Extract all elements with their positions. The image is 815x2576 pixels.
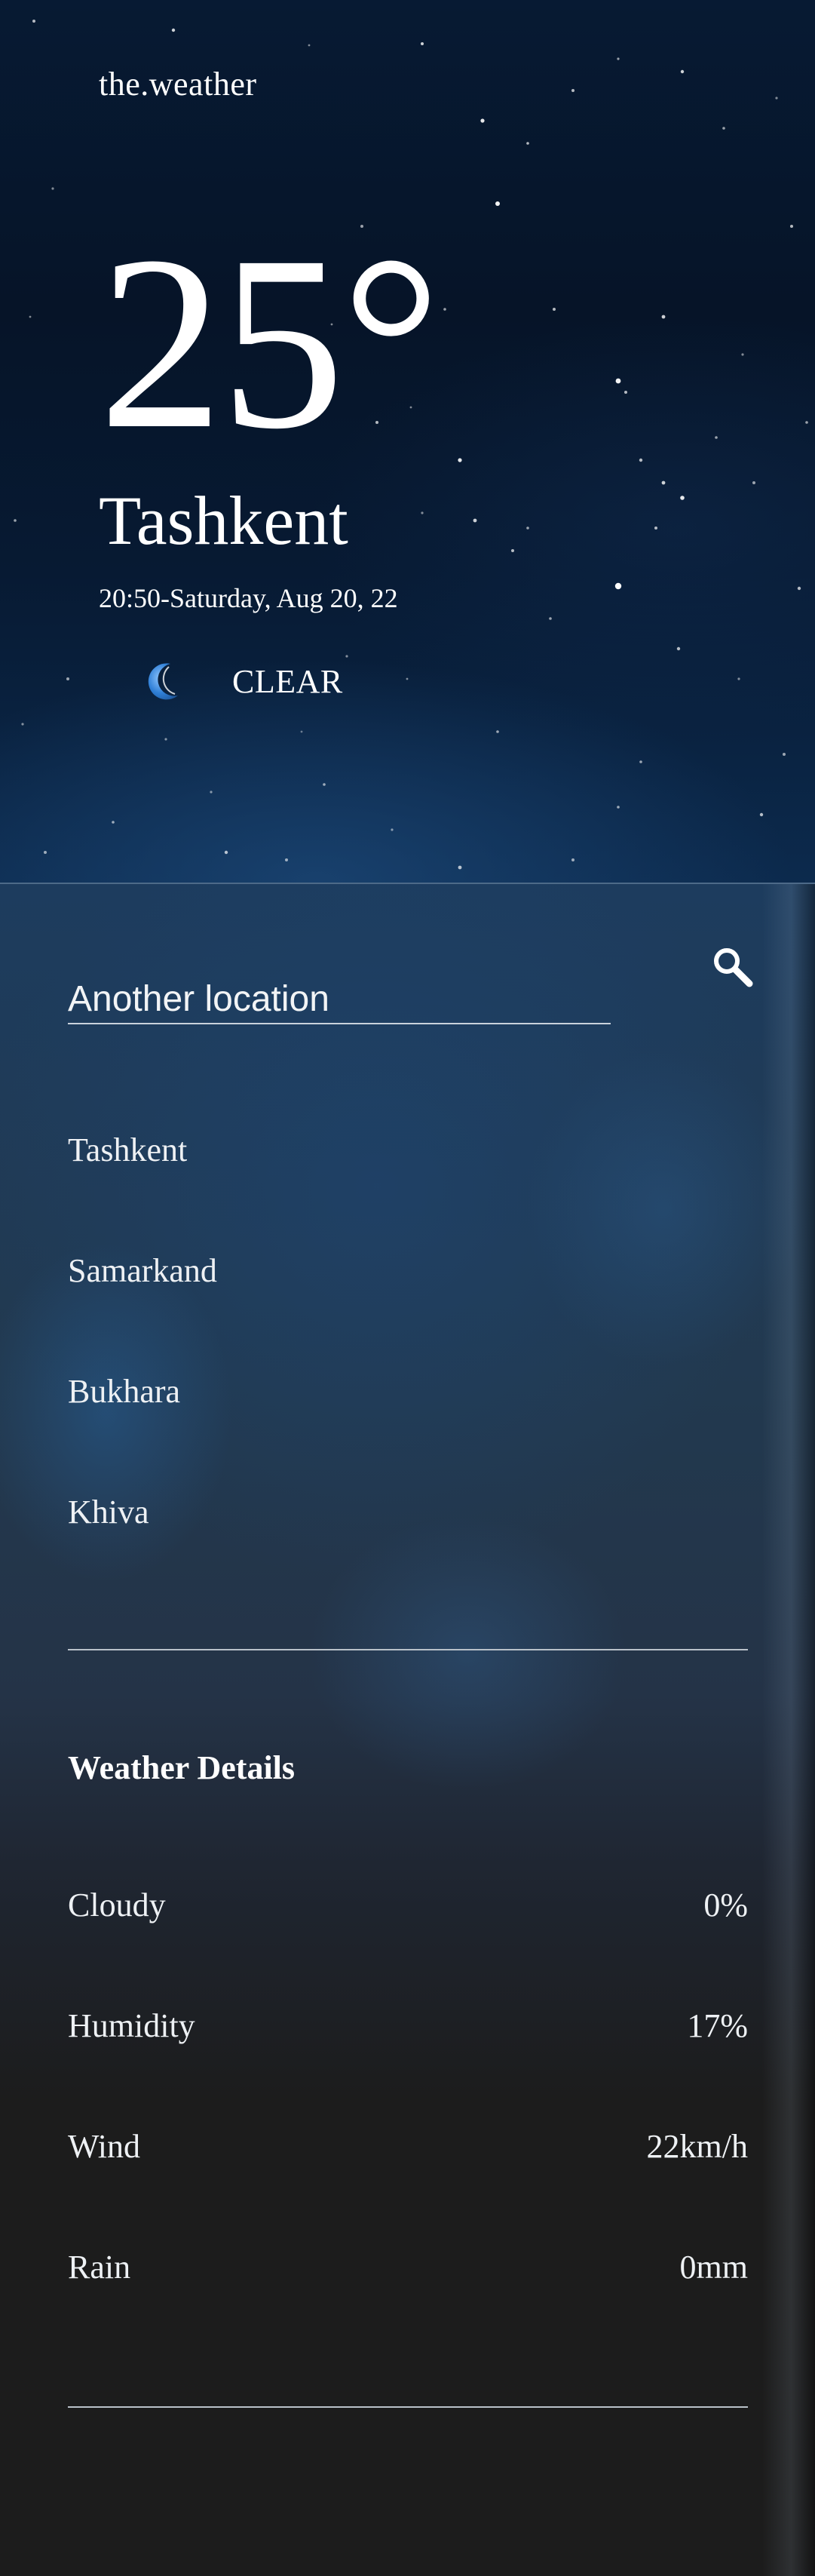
divider xyxy=(68,1649,748,1650)
detail-row-rain: Rain 0mm xyxy=(68,2248,748,2293)
condition-label: CLEAR xyxy=(232,663,343,700)
details-panel: Tashkent Samarkand Bukhara Khiva Weather… xyxy=(0,883,815,2576)
detail-label: Cloudy xyxy=(68,1887,166,1924)
detail-value: 17% xyxy=(687,2007,748,2044)
detail-value: 0% xyxy=(703,1887,748,1924)
detail-label: Wind xyxy=(68,2128,140,2165)
detail-value: 22km/h xyxy=(646,2128,748,2165)
detail-row-cloudy: Cloudy 0% xyxy=(68,1886,748,1931)
detail-value: 0mm xyxy=(679,2249,748,2286)
location-item-bukhara[interactable]: Bukhara xyxy=(68,1372,180,1411)
moon-icon xyxy=(148,663,178,700)
divider xyxy=(68,2406,748,2408)
current-temperature: 25° xyxy=(99,205,441,481)
weather-details-title: Weather Details xyxy=(68,1749,296,1786)
weather-hero: the.weather 25° Tashkent 20:50-Saturday,… xyxy=(0,0,815,883)
detail-row-wind: Wind 22km/h xyxy=(68,2127,748,2172)
detail-label: Rain xyxy=(68,2249,131,2286)
location-search-input[interactable] xyxy=(68,975,611,1024)
current-datetime: 20:50-Saturday, Aug 20, 22 xyxy=(99,583,398,613)
current-city: Tashkent xyxy=(99,482,348,559)
detail-label: Humidity xyxy=(68,2007,195,2044)
detail-row-humidity: Humidity 17% xyxy=(68,2006,748,2052)
brand-logo: the.weather xyxy=(99,66,257,103)
search-icon[interactable] xyxy=(709,943,757,991)
location-item-tashkent[interactable]: Tashkent xyxy=(68,1131,187,1169)
location-item-samarkand[interactable]: Samarkand xyxy=(68,1251,217,1290)
location-item-khiva[interactable]: Khiva xyxy=(68,1493,149,1531)
